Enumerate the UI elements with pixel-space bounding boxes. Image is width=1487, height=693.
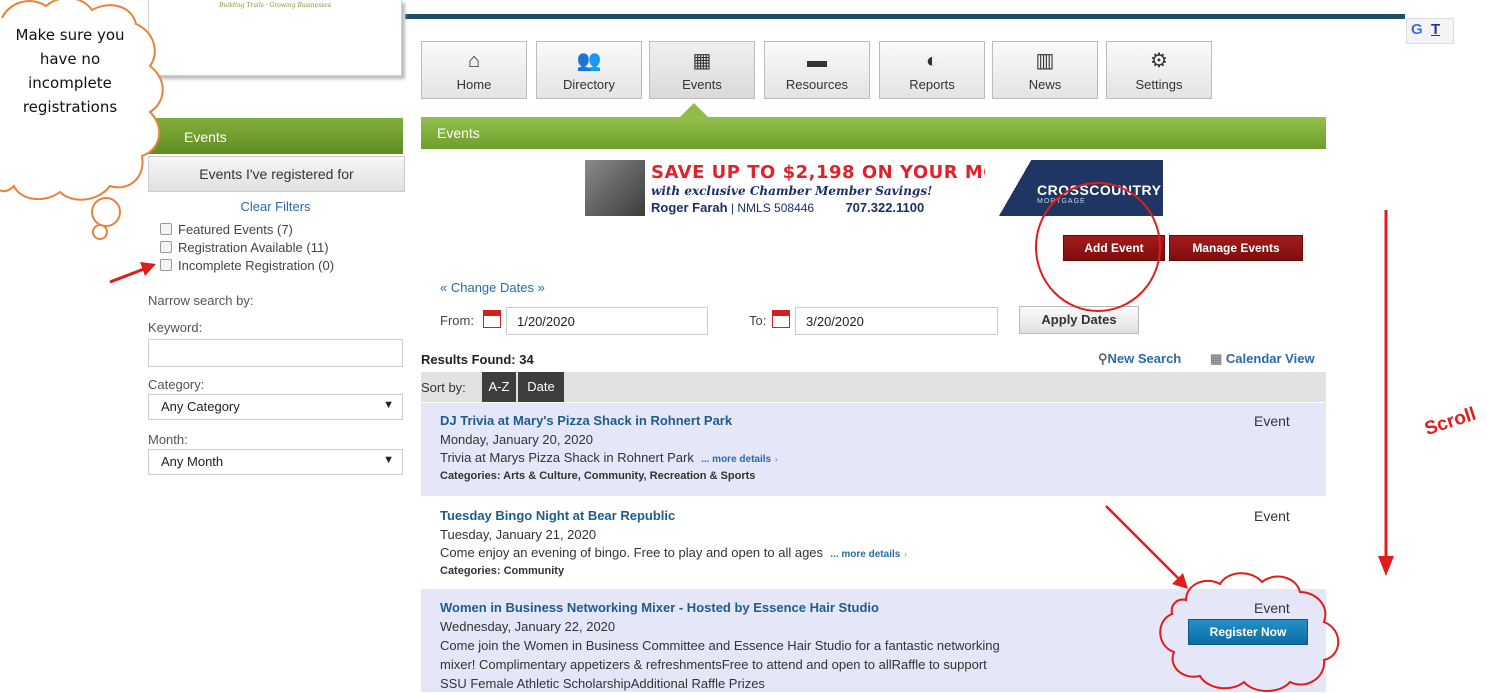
scroll-arrow-head: [1378, 556, 1394, 576]
register-arrow-line: [1105, 505, 1181, 581]
callout-text: Make sure you have no incomplete registr…: [15, 26, 125, 116]
callout-bubble-small: [92, 224, 108, 240]
highlight-circle: [1035, 182, 1161, 312]
register-cloud: [1159, 572, 1340, 692]
annotation-layer: [0, 0, 1394, 692]
pointer-arrow-line: [109, 267, 145, 284]
callout-bubble-large: [91, 197, 121, 227]
